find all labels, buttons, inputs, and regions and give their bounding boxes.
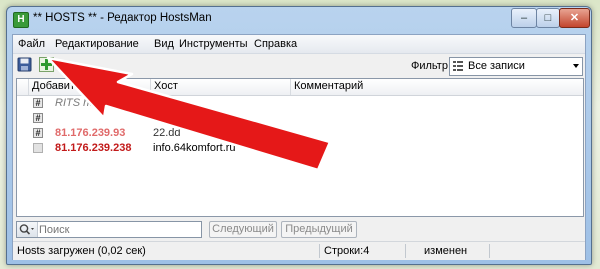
save-icon[interactable] bbox=[17, 57, 32, 72]
dropdown-arrow-icon bbox=[573, 64, 579, 68]
ip-cell: 81.176.239.238 bbox=[55, 142, 132, 154]
column-header-host[interactable]: Хост bbox=[151, 79, 291, 95]
row-checkbox[interactable] bbox=[33, 143, 43, 153]
status-loaded: Hosts загружен (0,02 сек) bbox=[17, 245, 146, 257]
header-spacer bbox=[17, 79, 29, 95]
table-row[interactable]: # bbox=[17, 111, 583, 126]
host-cell: info.64komfort.ru bbox=[153, 142, 236, 154]
status-divider bbox=[405, 244, 406, 258]
close-button[interactable]: ✕ bbox=[559, 8, 590, 28]
menu-help[interactable]: Справка bbox=[254, 38, 297, 50]
table-row[interactable]: # RITS host bbox=[17, 96, 583, 111]
comment-marker-icon[interactable]: # bbox=[33, 98, 43, 108]
column-header-add[interactable]: Добавить bbox=[29, 79, 151, 95]
app-window: H ** HOSTS ** - Редактор HostsMan – □ ✕ … bbox=[6, 6, 592, 265]
window-title: ** HOSTS ** - Редактор HostsMan bbox=[33, 12, 212, 24]
filter-value: Все записи bbox=[468, 60, 525, 72]
title-bar[interactable]: H ** HOSTS ** - Редактор HostsMan – □ ✕ bbox=[7, 7, 591, 31]
table-row[interactable]: 81.176.239.238 info.64komfort.ru bbox=[17, 141, 583, 156]
menu-bar: Файл Редактирование Вид Инструменты Спра… bbox=[13, 35, 585, 53]
client-area: Файл Редактирование Вид Инструменты Спра… bbox=[12, 34, 586, 260]
toolbar: Фильтр: Все записи bbox=[13, 53, 585, 76]
filter-label: Фильтр: bbox=[411, 60, 452, 72]
table-row[interactable]: # 81.176.239.93 22.dd bbox=[17, 126, 583, 141]
menu-edit[interactable]: Редактирование bbox=[55, 38, 139, 50]
table-header: Добавить Хост Комментарий bbox=[17, 79, 583, 96]
filter-select[interactable]: Все записи bbox=[449, 57, 583, 76]
maximize-button[interactable]: □ bbox=[536, 8, 560, 28]
find-next-button[interactable]: Следующий bbox=[209, 221, 277, 238]
search-box bbox=[16, 221, 202, 238]
menu-view[interactable]: Вид bbox=[154, 38, 174, 50]
status-divider bbox=[319, 244, 320, 258]
comment-marker-icon[interactable]: # bbox=[33, 128, 43, 138]
search-input[interactable] bbox=[39, 222, 199, 237]
menu-tools[interactable]: Инструменты bbox=[179, 38, 248, 50]
search-bar: Следующий Предыдущий bbox=[13, 219, 585, 241]
status-lines: Строки:4 bbox=[324, 245, 370, 257]
comment-marker-icon[interactable]: # bbox=[33, 113, 43, 123]
ip-cell: 81.176.239.93 bbox=[55, 127, 126, 139]
status-divider bbox=[489, 244, 490, 258]
add-icon[interactable] bbox=[39, 57, 54, 72]
ip-cell: RITS host bbox=[55, 97, 104, 109]
host-cell: 22.dd bbox=[153, 127, 181, 139]
hosts-table: Добавить Хост Комментарий # RITS host # … bbox=[16, 78, 584, 217]
menu-file[interactable]: Файл bbox=[18, 38, 45, 50]
minimize-button[interactable]: – bbox=[511, 8, 537, 28]
status-bar: Hosts загружен (0,02 сек) Строки:4 измен… bbox=[13, 241, 585, 260]
search-icon[interactable] bbox=[17, 222, 38, 237]
find-previous-button[interactable]: Предыдущий bbox=[281, 221, 357, 238]
remove-icon[interactable] bbox=[58, 57, 73, 72]
filter-icon bbox=[453, 61, 463, 71]
app-icon: H bbox=[13, 12, 29, 28]
status-state: изменен bbox=[424, 245, 468, 257]
column-header-comment[interactable]: Комментарий bbox=[291, 79, 583, 95]
